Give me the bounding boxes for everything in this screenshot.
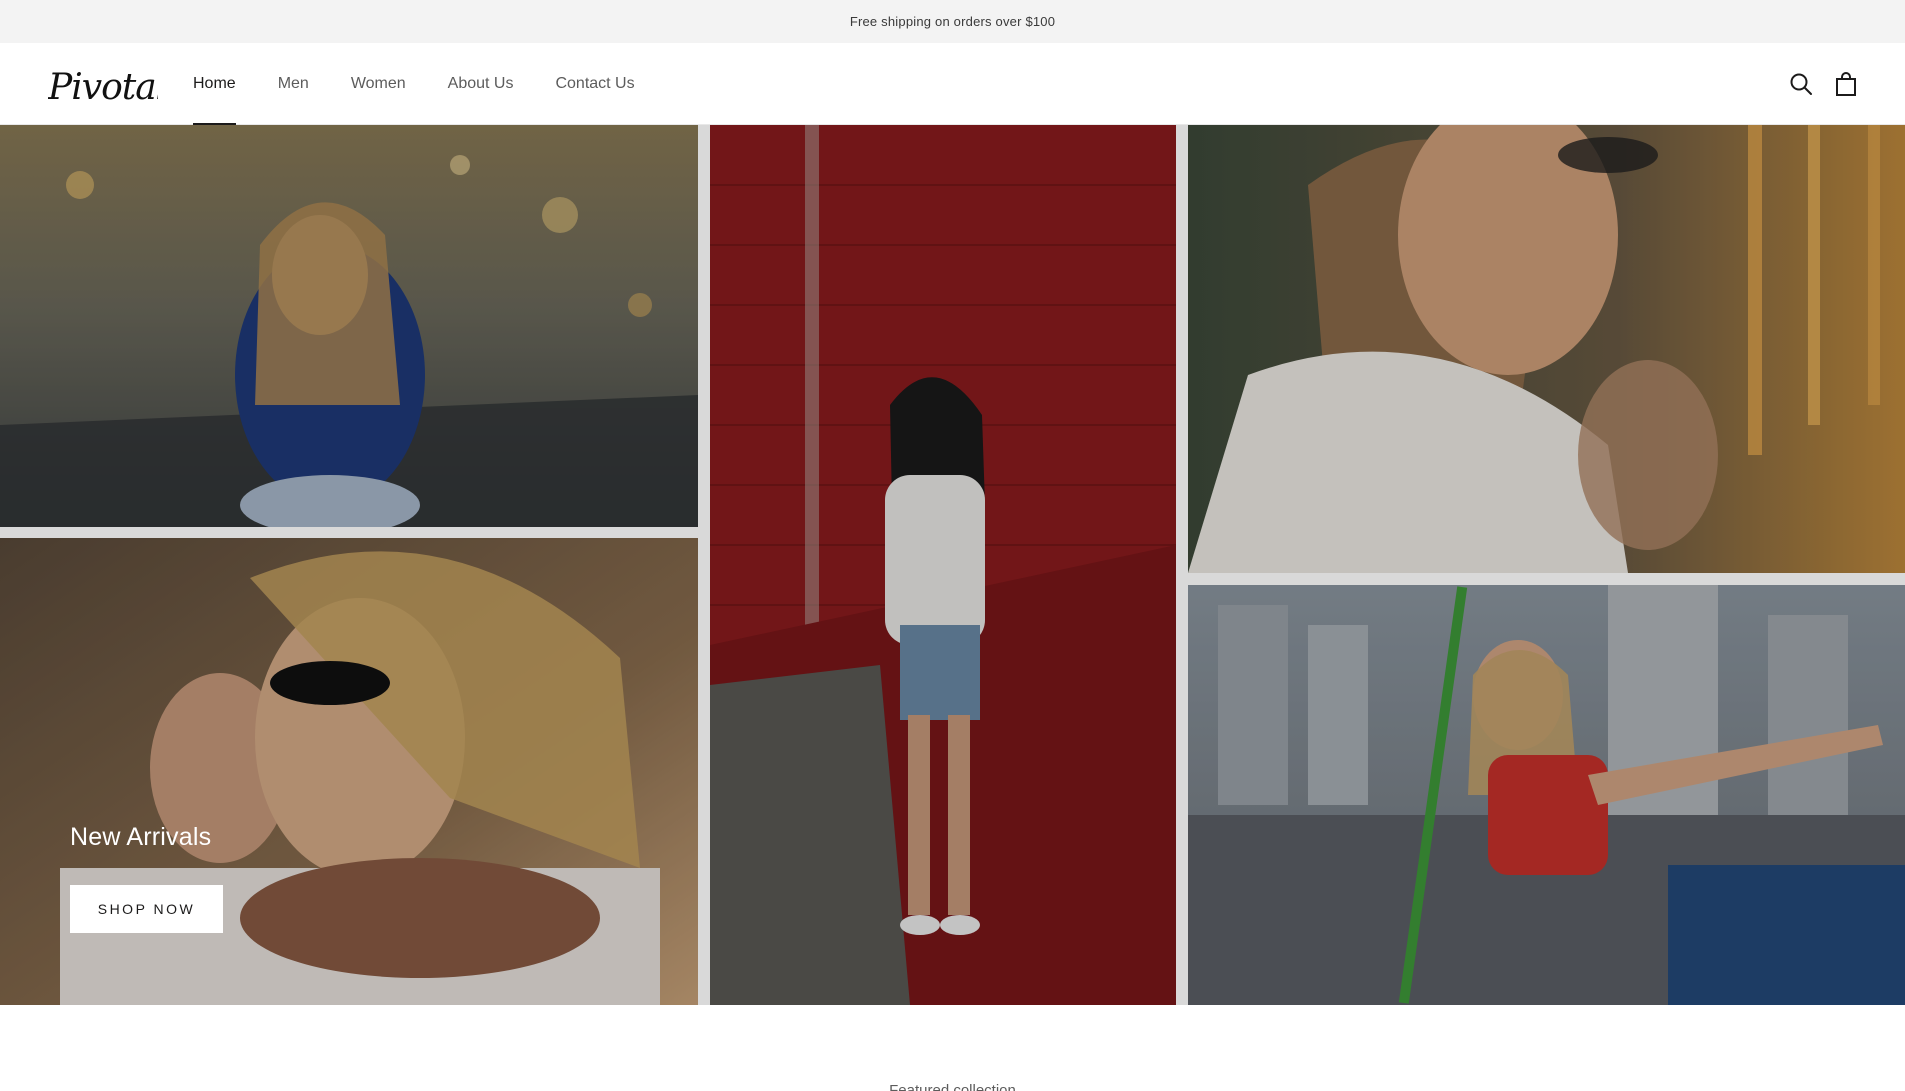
nav-item-label: Home [193,75,236,92]
nav-item-women[interactable]: Women [351,43,406,125]
nav-item-label: About Us [447,75,514,92]
cart-button[interactable] [1833,71,1859,97]
nav-item-label: Contact Us [555,75,635,92]
announcement-bar: Free shipping on orders over $100 [0,0,1905,43]
logo[interactable]: Pivotal [47,61,168,109]
svg-text:Pivotal: Pivotal [48,67,158,108]
search-button[interactable] [1788,71,1814,97]
nav-item-label: Women [350,75,406,92]
site-header: Pivotal Home Men Women About Us Contact … [0,43,1905,125]
nav-item-home[interactable]: Home [193,43,236,125]
nav-item-label: Men [277,75,309,92]
nav-item-about-us[interactable]: About Us [448,43,514,125]
featured-collection-heading: Featured collection [889,1082,1016,1091]
shop-now-button[interactable]: SHOP NOW [70,885,223,933]
main-nav: Home Men Women About Us Contact Us [193,43,677,125]
search-icon [1790,73,1812,95]
hero-title: New Arrivals [70,823,212,851]
hero-image-couple [0,538,698,1005]
hero-slideshow: New Arrivals SHOP NOW [0,125,1905,1005]
nav-item-contact-us[interactable]: Contact Us [555,43,634,125]
shopping-bag-icon [1836,72,1856,96]
nav-item-men[interactable]: Men [278,43,309,125]
hero-image-woman-red-wall [710,125,1176,1005]
hero-caption: New Arrivals SHOP NOW [70,823,223,933]
hero-image-woman-pointing [1188,585,1905,1005]
hero-image-man-closeup [1188,125,1905,573]
announcement-text: Free shipping on orders over $100 [849,14,1056,29]
hero-image-woman-fairground [0,125,698,527]
